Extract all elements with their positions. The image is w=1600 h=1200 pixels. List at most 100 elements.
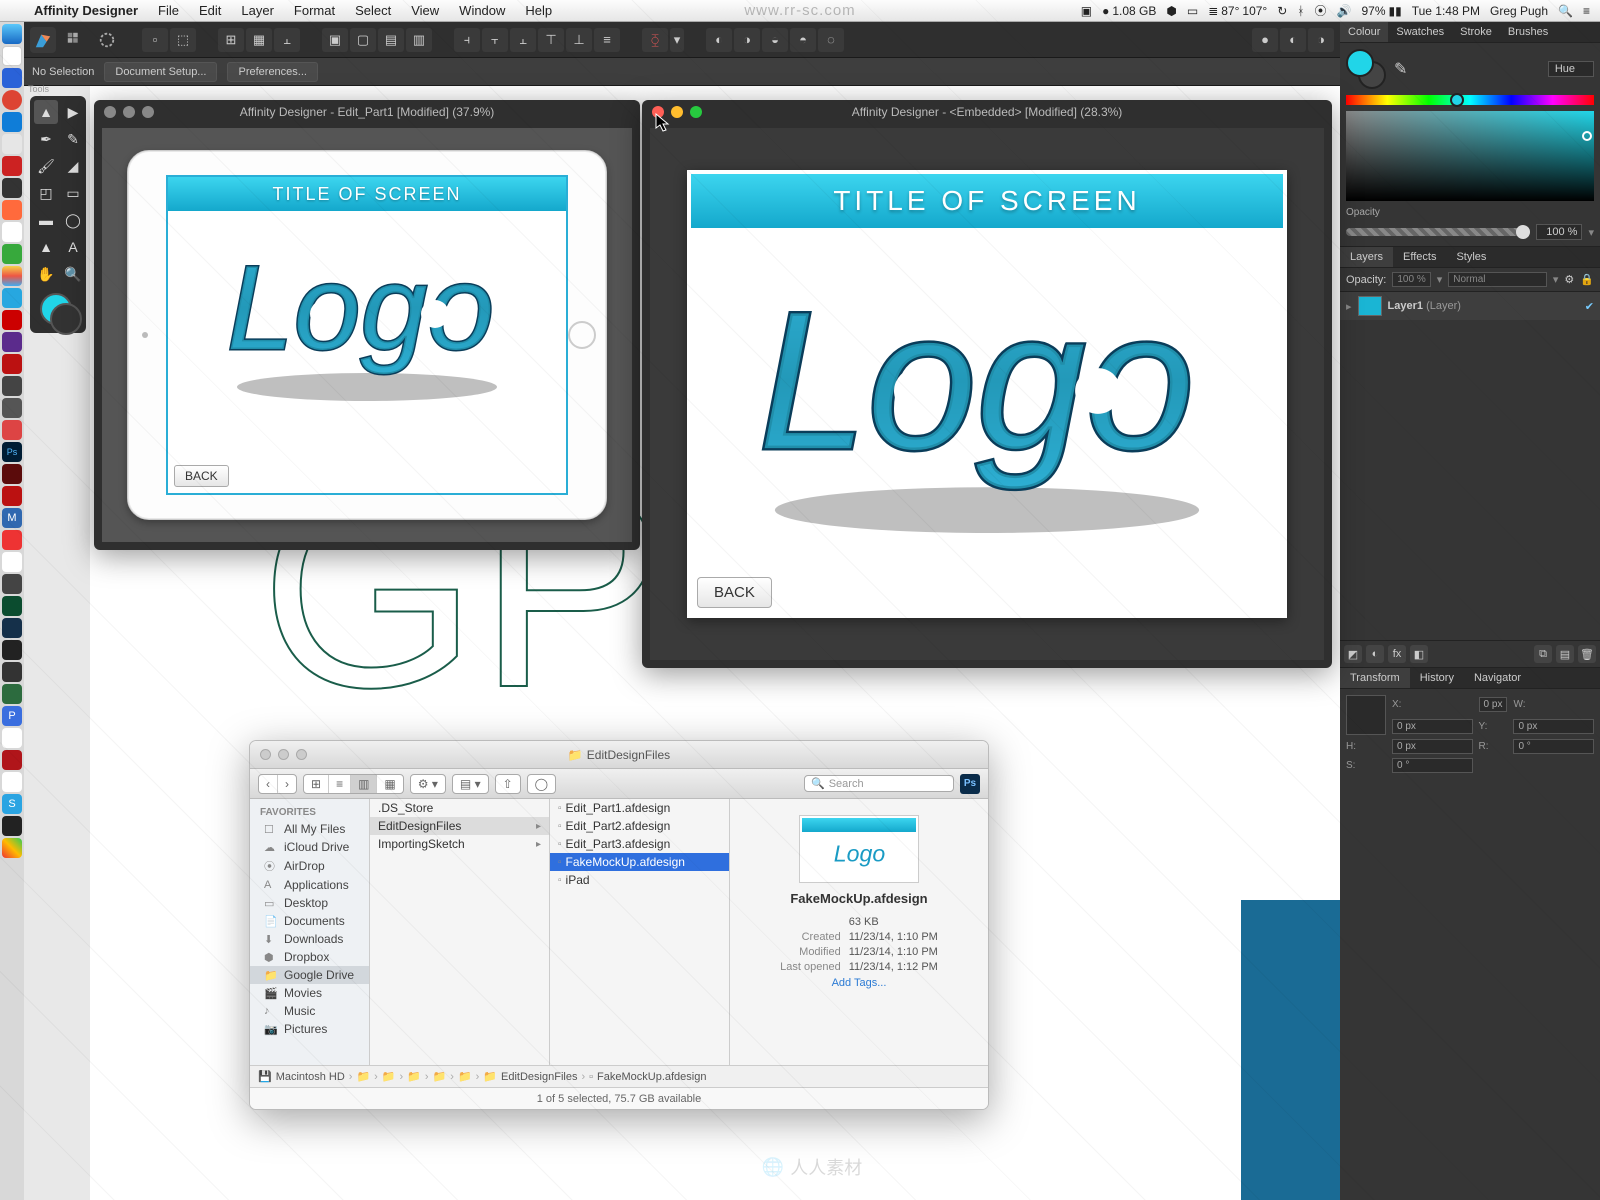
tab-history[interactable]: History	[1410, 668, 1464, 688]
sidebar-item[interactable]: 📷Pictures	[250, 1020, 369, 1038]
duplicate-icon[interactable]: ⧉	[1534, 645, 1552, 663]
fx-icon[interactable]: fx	[1388, 645, 1406, 663]
notification-center-icon[interactable]: ≡	[1583, 4, 1590, 18]
list-item[interactable]: ImportingSketch▸	[370, 835, 549, 853]
snap-button[interactable]: ⫠	[274, 28, 300, 52]
view-column-button[interactable]: ▥	[351, 775, 377, 793]
nav-forward-button[interactable]: ›	[278, 775, 296, 793]
dock-app-icon[interactable]	[2, 244, 22, 264]
sidebar-item[interactable]: ☁iCloud Drive	[250, 838, 369, 856]
doc1-titlebar[interactable]: Affinity Designer - Edit_Part1 [Modified…	[94, 100, 640, 124]
dock-app-icon[interactable]	[2, 728, 22, 748]
list-item[interactable]: .DS_Store	[370, 799, 549, 817]
opacity-value[interactable]: 100 %	[1536, 224, 1582, 240]
list-item[interactable]: ▫iPad	[550, 871, 729, 889]
folder-icon[interactable]: 📁	[407, 1070, 421, 1083]
sidebar-item[interactable]: ▭Desktop	[250, 894, 369, 912]
align-button[interactable]: ≡	[594, 28, 620, 52]
sidebar-item[interactable]: 🎬Movies	[250, 984, 369, 1002]
dock-app-icon[interactable]	[2, 354, 22, 374]
align-button[interactable]: ⫞	[454, 28, 480, 52]
sidebar-item[interactable]: ⦿AirDrop	[250, 856, 369, 876]
align-button[interactable]: ⊤	[538, 28, 564, 52]
list-item-selected[interactable]: EditDesignFiles▸	[370, 817, 549, 835]
bool-button[interactable]: ◐	[706, 28, 732, 52]
menu-window[interactable]: Window	[449, 3, 515, 18]
app-name[interactable]: Affinity Designer	[24, 3, 148, 18]
blend-mode-select[interactable]: Normal	[1448, 272, 1547, 287]
dock-app-icon[interactable]	[2, 772, 22, 792]
bool-button[interactable]: ◌	[818, 28, 844, 52]
minimize-icon[interactable]	[123, 106, 135, 118]
add-tags-button[interactable]: Add Tags...	[740, 977, 978, 989]
view-button[interactable]: ●	[1252, 28, 1278, 52]
dock-app-icon[interactable]	[2, 618, 22, 638]
fill-tool-icon[interactable]: ◢	[61, 154, 85, 178]
document-setup-button[interactable]: Document Setup...	[104, 62, 217, 82]
dock-app-icon[interactable]	[2, 420, 22, 440]
layer-lock-icon[interactable]: 🔒	[1580, 273, 1594, 286]
opacity-icon[interactable]: ◧	[1410, 645, 1428, 663]
close-icon[interactable]	[104, 106, 116, 118]
dock-app-icon[interactable]	[2, 574, 22, 594]
persona-pixel-icon[interactable]	[62, 27, 88, 53]
opacity-slider[interactable]	[1346, 228, 1530, 236]
pen-tool-icon[interactable]: ✒	[34, 127, 58, 151]
status-wifi-icon[interactable]: ⦿	[1315, 2, 1327, 19]
dock-app-icon[interactable]: Ps	[2, 442, 22, 462]
layer-row[interactable]: ▸ Layer1 (Layer) ✔	[1340, 292, 1600, 320]
snap-button[interactable]: ▦	[246, 28, 272, 52]
status-screenrec-icon[interactable]: ▣	[1081, 4, 1092, 18]
order-button[interactable]: ▢	[350, 28, 376, 52]
color-swatch[interactable]	[34, 289, 85, 329]
dock-app-icon[interactable]	[2, 750, 22, 770]
tab-colour[interactable]: Colour	[1340, 22, 1388, 42]
dock-app-icon[interactable]	[2, 486, 22, 506]
transform-h-input[interactable]: 0 px	[1392, 739, 1473, 754]
dock-app-icon[interactable]	[2, 24, 22, 44]
tags-button[interactable]: ◯	[528, 775, 555, 793]
transform-s-input[interactable]: 0 °	[1392, 758, 1473, 773]
order-button[interactable]: ▤	[378, 28, 404, 52]
folder-icon[interactable]: 📁	[483, 1070, 497, 1083]
pencil-tool-icon[interactable]: ✎	[61, 127, 85, 151]
zoom-tool-icon[interactable]: 🔍	[61, 262, 85, 286]
node-tool-icon[interactable]: ▶	[61, 100, 85, 124]
tab-swatches[interactable]: Swatches	[1388, 22, 1452, 42]
bool-button[interactable]: ◑	[734, 28, 760, 52]
tab-styles[interactable]: Styles	[1446, 247, 1496, 267]
dock-app-icon[interactable]	[2, 552, 22, 572]
back-button[interactable]: BACK	[174, 465, 229, 487]
maximize-icon[interactable]	[296, 749, 307, 760]
crop-tool-icon[interactable]: ◰	[34, 181, 58, 205]
dock-app-icon[interactable]	[2, 178, 22, 198]
bool-button[interactable]: ◓	[790, 28, 816, 52]
view-icon-button[interactable]: ⊞	[304, 775, 329, 793]
adjustment-icon[interactable]: ◐	[1366, 645, 1384, 663]
hue-slider[interactable]	[1346, 95, 1594, 105]
tab-layers[interactable]: Layers	[1340, 247, 1393, 267]
status-clock[interactable]: Tue 1:48 PM	[1412, 4, 1480, 18]
dock-app-icon[interactable]	[2, 112, 22, 132]
order-button[interactable]: ▥	[406, 28, 432, 52]
menu-edit[interactable]: Edit	[189, 3, 231, 18]
nav-back-button[interactable]: ‹	[259, 775, 278, 793]
anchor-grid[interactable]	[1346, 695, 1386, 735]
saturation-field[interactable]	[1346, 111, 1594, 201]
dock-app-icon[interactable]	[2, 46, 22, 66]
photoshop-plugin-icon[interactable]: Ps	[960, 774, 980, 794]
close-icon[interactable]	[652, 106, 664, 118]
align-button[interactable]: ⫠	[510, 28, 536, 52]
toolbar-button[interactable]: ⬚	[170, 28, 196, 52]
tab-navigator[interactable]: Navigator	[1464, 668, 1531, 688]
menu-format[interactable]: Format	[284, 3, 345, 18]
order-button[interactable]: ▣	[322, 28, 348, 52]
sidebar-item[interactable]: 📄Documents	[250, 912, 369, 930]
minimize-icon[interactable]	[278, 749, 289, 760]
layer-expand-icon[interactable]: ▸	[1346, 300, 1352, 313]
view-button[interactable]: ◑	[1308, 28, 1334, 52]
file-icon[interactable]: ▫	[589, 1071, 593, 1083]
tab-effects[interactable]: Effects	[1393, 247, 1446, 267]
hand-tool-icon[interactable]: ✋	[34, 262, 58, 286]
list-item[interactable]: ▫Edit_Part1.afdesign	[550, 799, 729, 817]
